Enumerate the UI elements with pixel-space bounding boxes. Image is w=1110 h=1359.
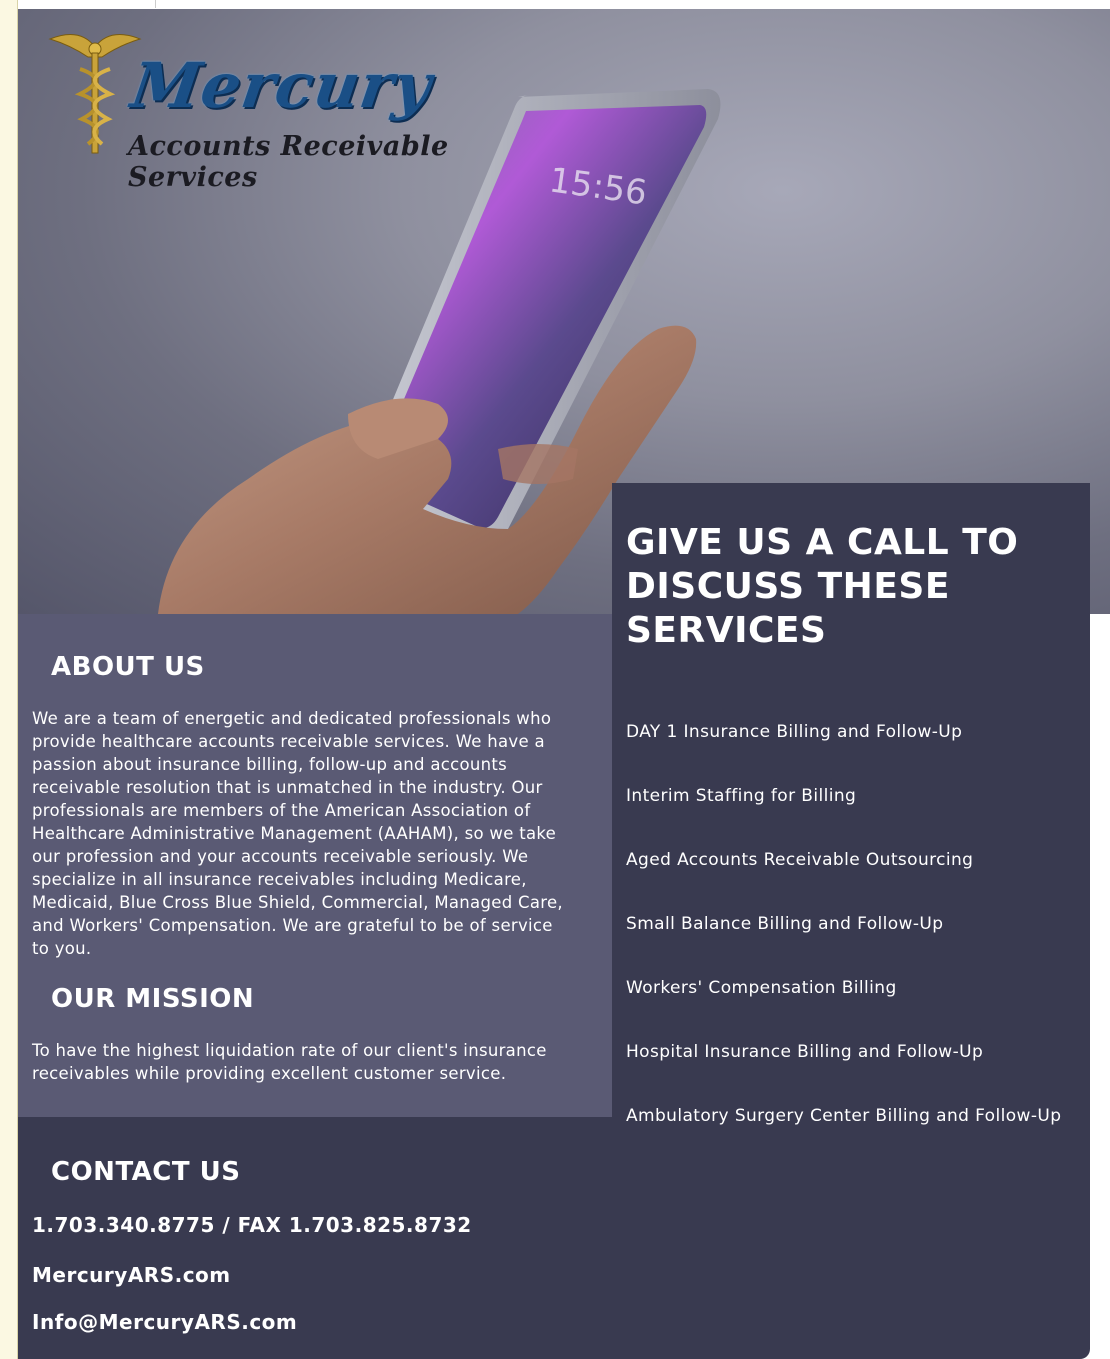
service-item: DAY 1 Insurance Billing and Follow-Up xyxy=(626,722,963,742)
contact-panel: CONTACT US 1.703.340.8775 / FAX 1.703.82… xyxy=(18,1117,612,1359)
about-panel: ABOUT US We are a team of energetic and … xyxy=(18,614,612,1117)
services-panel: GIVE US A CALL TO DISCUSS THESE SERVICES… xyxy=(612,483,1090,1359)
services-list: DAY 1 Insurance Billing and Follow-Up In… xyxy=(626,721,1066,1169)
logo-wordmark: Mercury xyxy=(126,49,437,122)
service-item: Ambulatory Surgery Center Billing and Fo… xyxy=(626,1106,1062,1126)
mission-text: To have the highest liquidation rate of … xyxy=(32,1041,547,1083)
contact-phone: 1.703.340.8775 / FAX 1.703.825.8732 xyxy=(32,1213,472,1237)
top-ruler xyxy=(18,0,1110,9)
service-item: Workers' Compensation Billing xyxy=(626,978,897,998)
service-item: Interim Staffing for Billing xyxy=(626,786,857,806)
about-title: ABOUT US xyxy=(51,652,205,682)
about-text: We are a team of energetic and dedicated… xyxy=(32,709,563,958)
logo-tagline: Accounts Receivable Services xyxy=(128,131,449,193)
page-margin xyxy=(0,0,18,1359)
service-item: Aged Accounts Receivable Outsourcing xyxy=(626,850,974,870)
services-title: GIVE US A CALL TO DISCUSS THESE SERVICES xyxy=(626,522,1019,651)
contact-email-link[interactable]: Info@MercuryARS.com xyxy=(32,1310,297,1334)
contact-title: CONTACT US xyxy=(51,1157,241,1187)
service-item: Hospital Insurance Billing and Follow-Up xyxy=(626,1042,984,1062)
service-item: Small Balance Billing and Follow-Up xyxy=(626,914,944,934)
mission-title: OUR MISSION xyxy=(51,984,255,1014)
mercury-logo: Mercury Accounts Receivable Services xyxy=(40,19,520,193)
contact-website-link[interactable]: MercuryARS.com xyxy=(32,1263,231,1287)
